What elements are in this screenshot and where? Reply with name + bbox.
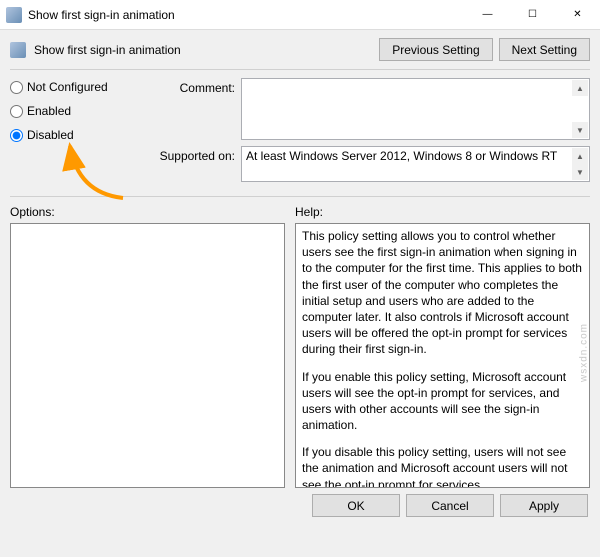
minimize-button[interactable]: — <box>465 0 510 30</box>
titlebar: Show first sign-in animation — ☐ ✕ <box>0 0 600 30</box>
divider <box>10 196 590 197</box>
radio-enabled-input[interactable] <box>10 105 23 118</box>
close-button[interactable]: ✕ <box>555 0 600 30</box>
options-box <box>10 223 285 488</box>
radio-disabled-label: Disabled <box>27 128 74 142</box>
radio-enabled[interactable]: Enabled <box>10 104 140 118</box>
supported-box: At least Windows Server 2012, Windows 8 … <box>241 146 590 182</box>
cancel-button[interactable]: Cancel <box>406 494 494 517</box>
options-label: Options: <box>10 205 285 219</box>
radio-not-configured-input[interactable] <box>10 81 23 94</box>
previous-setting-button[interactable]: Previous Setting <box>379 38 492 61</box>
annotation-arrow <box>68 138 138 211</box>
radio-disabled-input[interactable] <box>10 129 23 142</box>
scroll-up-icon[interactable]: ▲ <box>572 148 588 164</box>
help-paragraph: This policy setting allows you to contro… <box>302 228 583 358</box>
app-icon <box>6 7 22 23</box>
scroll-down-icon[interactable]: ▼ <box>572 164 588 180</box>
supported-value: At least Windows Server 2012, Windows 8 … <box>246 149 557 163</box>
radio-not-configured-label: Not Configured <box>27 80 108 94</box>
policy-title: Show first sign-in animation <box>34 43 371 57</box>
next-setting-button[interactable]: Next Setting <box>499 38 590 61</box>
help-label: Help: <box>295 205 590 219</box>
ok-button[interactable]: OK <box>312 494 400 517</box>
radio-disabled[interactable]: Disabled <box>10 128 140 142</box>
help-paragraph: If you disable this policy setting, user… <box>302 444 583 488</box>
supported-label: Supported on: <box>150 146 235 163</box>
window-title: Show first sign-in animation <box>28 8 465 22</box>
comment-label: Comment: <box>150 78 235 95</box>
divider <box>10 69 590 70</box>
help-paragraph: If you enable this policy setting, Micro… <box>302 369 583 434</box>
help-box[interactable]: This policy setting allows you to contro… <box>295 223 590 488</box>
policy-icon <box>10 42 26 58</box>
apply-button[interactable]: Apply <box>500 494 588 517</box>
radio-not-configured[interactable]: Not Configured <box>10 80 140 94</box>
comment-textarea[interactable]: ▲ ▼ <box>241 78 590 140</box>
scroll-down-icon[interactable]: ▼ <box>572 122 588 138</box>
maximize-button[interactable]: ☐ <box>510 0 555 30</box>
radio-enabled-label: Enabled <box>27 104 71 118</box>
scroll-up-icon[interactable]: ▲ <box>572 80 588 96</box>
